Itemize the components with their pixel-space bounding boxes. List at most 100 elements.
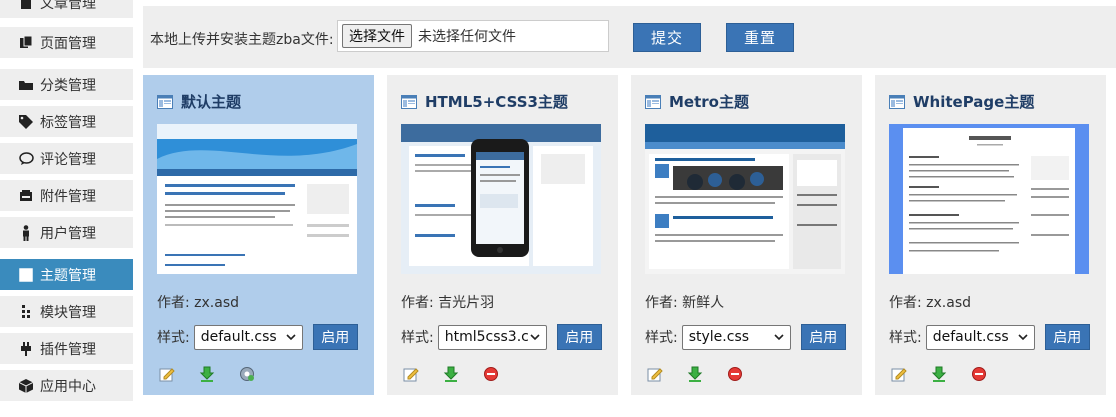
tag-icon [18, 114, 34, 130]
sidebar-item-label: 文章管理 [40, 0, 96, 12]
sidebar: 文章管理 页面管理 分类管理 标签管理 评论管理 附件管理 用户管理 主题管理 … [0, 0, 133, 417]
style-label: 样式: [645, 330, 678, 346]
sidebar-item-pages[interactable]: 页面管理 [0, 27, 133, 58]
theme-name: 默认主题 [181, 93, 242, 111]
submit-button[interactable]: 提交 [633, 23, 701, 52]
style-label: 样式: [889, 330, 922, 346]
file-input[interactable]: 选择文件 未选择任何文件 [337, 20, 609, 52]
choose-file-button[interactable]: 选择文件 [342, 24, 412, 48]
sidebar-item-themes[interactable]: 主题管理 [0, 259, 133, 290]
edit-icon[interactable] [647, 366, 663, 382]
theme-title: 默认主题 [157, 91, 241, 112]
app-center-icon [18, 378, 34, 394]
enable-button[interactable]: 启用 [556, 324, 602, 350]
delete-icon[interactable] [727, 366, 743, 382]
sidebar-item-app-center[interactable]: 应用中心 [0, 370, 133, 401]
module-icon [18, 304, 34, 320]
theme-name: WhitePage主题 [913, 93, 1035, 111]
theme-card-metro[interactable]: Metro主题 作者: 新鲜人 样式: style.css 启用 [631, 75, 862, 395]
theme-icon [401, 94, 417, 109]
sidebar-item-label: 分类管理 [40, 77, 96, 94]
chevron-down-icon [774, 333, 784, 340]
reset-button[interactable]: 重置 [726, 23, 794, 52]
theme-preview-image[interactable] [157, 124, 357, 274]
style-label: 样式: [157, 330, 190, 346]
theme-title: HTML5+CSS3主题 [401, 91, 568, 112]
delete-icon[interactable] [971, 366, 987, 382]
sidebar-item-label: 应用中心 [40, 378, 96, 395]
chevron-down-icon [286, 333, 296, 340]
style-row: 样式: html5css3.c 启用 [401, 324, 602, 350]
theme-preview-image[interactable] [645, 124, 845, 274]
article-icon [18, 0, 34, 11]
enable-button[interactable]: 启用 [312, 324, 358, 350]
theme-preview-image[interactable] [401, 124, 601, 274]
theme-name: HTML5+CSS3主题 [425, 93, 568, 111]
sidebar-item-label: 用户管理 [40, 225, 96, 242]
theme-upload-bar: 本地上传并安装主题zba文件: 选择文件 未选择任何文件 提交 重置 [143, 6, 1116, 68]
theme-actions [647, 366, 767, 382]
download-icon[interactable] [931, 366, 947, 382]
page-icon [18, 35, 34, 51]
download-icon[interactable] [199, 366, 215, 382]
no-file-text: 未选择任何文件 [418, 29, 516, 45]
theme-author: 作者: 吉光片羽 [401, 295, 495, 311]
sidebar-item-categories[interactable]: 分类管理 [0, 69, 133, 100]
theme-card-default[interactable]: 默认主题 作者: zx.asd 样式: default.css 启用 [143, 75, 374, 395]
sidebar-item-tags[interactable]: 标签管理 [0, 106, 133, 137]
sidebar-item-plugins[interactable]: 插件管理 [0, 333, 133, 364]
enable-button[interactable]: 启用 [1044, 324, 1090, 350]
theme-title: WhitePage主题 [889, 91, 1034, 112]
theme-name: Metro主题 [669, 93, 749, 111]
sidebar-item-label: 插件管理 [40, 341, 96, 358]
comment-icon [18, 151, 34, 167]
theme-icon [889, 94, 905, 109]
sidebar-item-label: 模块管理 [40, 304, 96, 321]
folder-icon [18, 77, 34, 93]
edit-icon[interactable] [159, 366, 175, 382]
theme-card-html5css3[interactable]: HTML5+CSS3主题 作者: 吉光片羽 样式: html5css3.c 启用 [387, 75, 618, 395]
theme-author: 作者: zx.asd [889, 295, 972, 311]
style-label: 样式: [401, 330, 434, 346]
sidebar-item-label: 评论管理 [40, 151, 96, 168]
theme-preview-image[interactable] [889, 124, 1089, 274]
delete-icon[interactable] [483, 366, 499, 382]
theme-icon [18, 267, 34, 283]
sidebar-item-modules[interactable]: 模块管理 [0, 296, 133, 327]
theme-card-whitepage[interactable]: WhitePage主题 作者: zx.asd 样式: default.css 启… [875, 75, 1106, 395]
user-icon [18, 224, 34, 241]
enable-button[interactable]: 启用 [800, 324, 846, 350]
edit-icon[interactable] [403, 366, 419, 382]
style-select[interactable]: default.css [925, 324, 1035, 350]
theme-actions [403, 366, 523, 382]
settings-icon[interactable] [239, 366, 255, 382]
sidebar-item-attachments[interactable]: 附件管理 [0, 180, 133, 211]
sidebar-item-label: 标签管理 [40, 114, 96, 131]
download-icon[interactable] [443, 366, 459, 382]
sidebar-item-comments[interactable]: 评论管理 [0, 143, 133, 174]
theme-author: 作者: 新鲜人 [645, 295, 725, 311]
style-select[interactable]: default.css [193, 324, 303, 350]
chevron-down-icon [1018, 333, 1028, 340]
sidebar-item-label: 附件管理 [40, 188, 96, 205]
theme-title: Metro主题 [645, 91, 749, 112]
style-row: 样式: style.css 启用 [645, 324, 846, 350]
style-select[interactable]: style.css [681, 324, 791, 350]
theme-actions [159, 366, 279, 382]
theme-icon [645, 94, 661, 109]
sidebar-item-users[interactable]: 用户管理 [0, 217, 133, 248]
theme-icon [157, 94, 173, 109]
sidebar-item-label: 主题管理 [40, 267, 96, 284]
style-row: 样式: default.css 启用 [889, 324, 1090, 350]
download-icon[interactable] [687, 366, 703, 382]
attachment-icon [18, 188, 34, 204]
plugin-icon [18, 341, 34, 357]
style-row: 样式: default.css 启用 [157, 324, 358, 350]
upload-label: 本地上传并安装主题zba文件: [150, 32, 334, 48]
sidebar-item-articles[interactable]: 文章管理 [0, 0, 133, 18]
edit-icon[interactable] [891, 366, 907, 382]
theme-author: 作者: zx.asd [157, 295, 240, 311]
chevron-down-icon [530, 333, 540, 340]
style-select[interactable]: html5css3.c [437, 324, 547, 350]
sidebar-item-label: 页面管理 [40, 35, 96, 52]
